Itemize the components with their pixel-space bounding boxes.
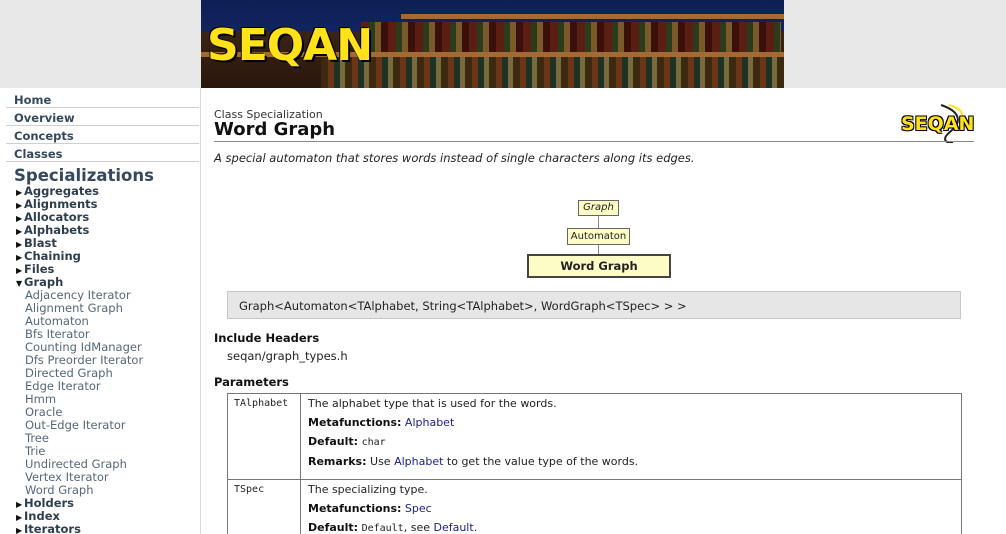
param-metafunctions: Metafunctions: Spec: [308, 502, 432, 515]
nav-home[interactable]: Home: [6, 90, 199, 108]
nav-section-title: Specializations: [14, 166, 154, 185]
link-alphabet-remarks[interactable]: Alphabet: [394, 455, 443, 468]
seqan-small-logo: SEQAN: [901, 103, 974, 143]
nav-concepts[interactable]: Concepts: [6, 126, 199, 144]
table-row: TAlphabet The alphabet type that is used…: [227, 393, 962, 480]
main-content: Class Specialization Word Graph SEQAN A …: [201, 88, 1006, 534]
param-name: TSpec: [227, 479, 301, 534]
link-default[interactable]: Default: [433, 521, 473, 534]
banner-side-left: [0, 0, 201, 88]
parameters-title: Parameters: [214, 375, 289, 389]
param-default: Default: Default, see Default.: [308, 521, 478, 534]
nav-category[interactable]: ▶ Iterators: [16, 523, 200, 534]
table-row: TSpec The specializing type. Metafunctio…: [227, 479, 962, 534]
sidebar-nav: Home Overview Concepts Classes Specializ…: [0, 88, 201, 534]
page-title: Word Graph: [214, 119, 336, 140]
class-signature: Graph<Automaton<TAlphabet, String<TAlpha…: [227, 291, 961, 319]
banner-image: SEQAN: [201, 0, 784, 88]
class-description: A special automaton that stores words in…: [214, 151, 695, 165]
diagram-connector: [598, 216, 599, 228]
nav-overview[interactable]: Overview: [6, 108, 199, 126]
header-divider: [214, 141, 974, 142]
param-details: The specializing type. Metafunctions: Sp…: [300, 479, 962, 534]
seqan-logo[interactable]: SEQAN: [207, 20, 373, 71]
diagram-node-automaton[interactable]: Automaton: [567, 228, 630, 245]
param-description: The specializing type.: [308, 483, 428, 496]
include-header-file: seqan/graph_types.h: [227, 349, 348, 363]
param-details: The alphabet type that is used for the w…: [300, 393, 962, 480]
banner-side-right: [784, 0, 1006, 88]
nav-sub-item[interactable]: Out-Edge Iterator: [25, 419, 200, 432]
diagram-node-graph[interactable]: Graph: [578, 200, 619, 216]
include-headers-title: Include Headers: [214, 331, 320, 345]
diagram-connector: [598, 245, 599, 254]
nav-classes[interactable]: Classes: [6, 144, 199, 162]
param-metafunctions: Metafunctions: Alphabet: [308, 416, 455, 429]
link-alphabet[interactable]: Alphabet: [405, 416, 454, 429]
diagram-node-word-graph: Word Graph: [527, 254, 671, 278]
param-default: Default: char: [308, 435, 386, 449]
param-name: TAlphabet: [227, 393, 301, 480]
triangle-right-icon[interactable]: ▶: [16, 524, 24, 534]
param-remarks: Remarks: Use Alphabet to get the value t…: [308, 455, 639, 468]
param-description: The alphabet type that is used for the w…: [308, 397, 557, 410]
triangle-down-icon[interactable]: ▼: [16, 277, 24, 290]
link-spec[interactable]: Spec: [405, 502, 432, 515]
parameters-table: TAlphabet The alphabet type that is used…: [227, 393, 962, 534]
nav-sub-item[interactable]: Tree: [25, 432, 200, 445]
